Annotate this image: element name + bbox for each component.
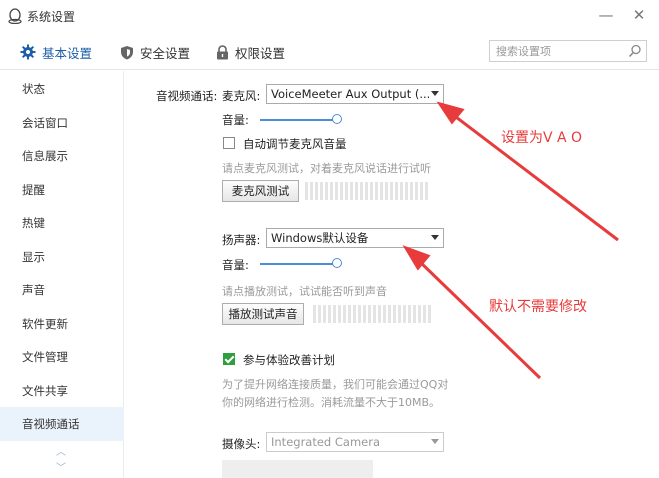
annotation-arrow-mic xyxy=(451,112,619,242)
annotation-arrows xyxy=(402,101,619,380)
annotation-arrow-speaker xyxy=(416,258,542,380)
